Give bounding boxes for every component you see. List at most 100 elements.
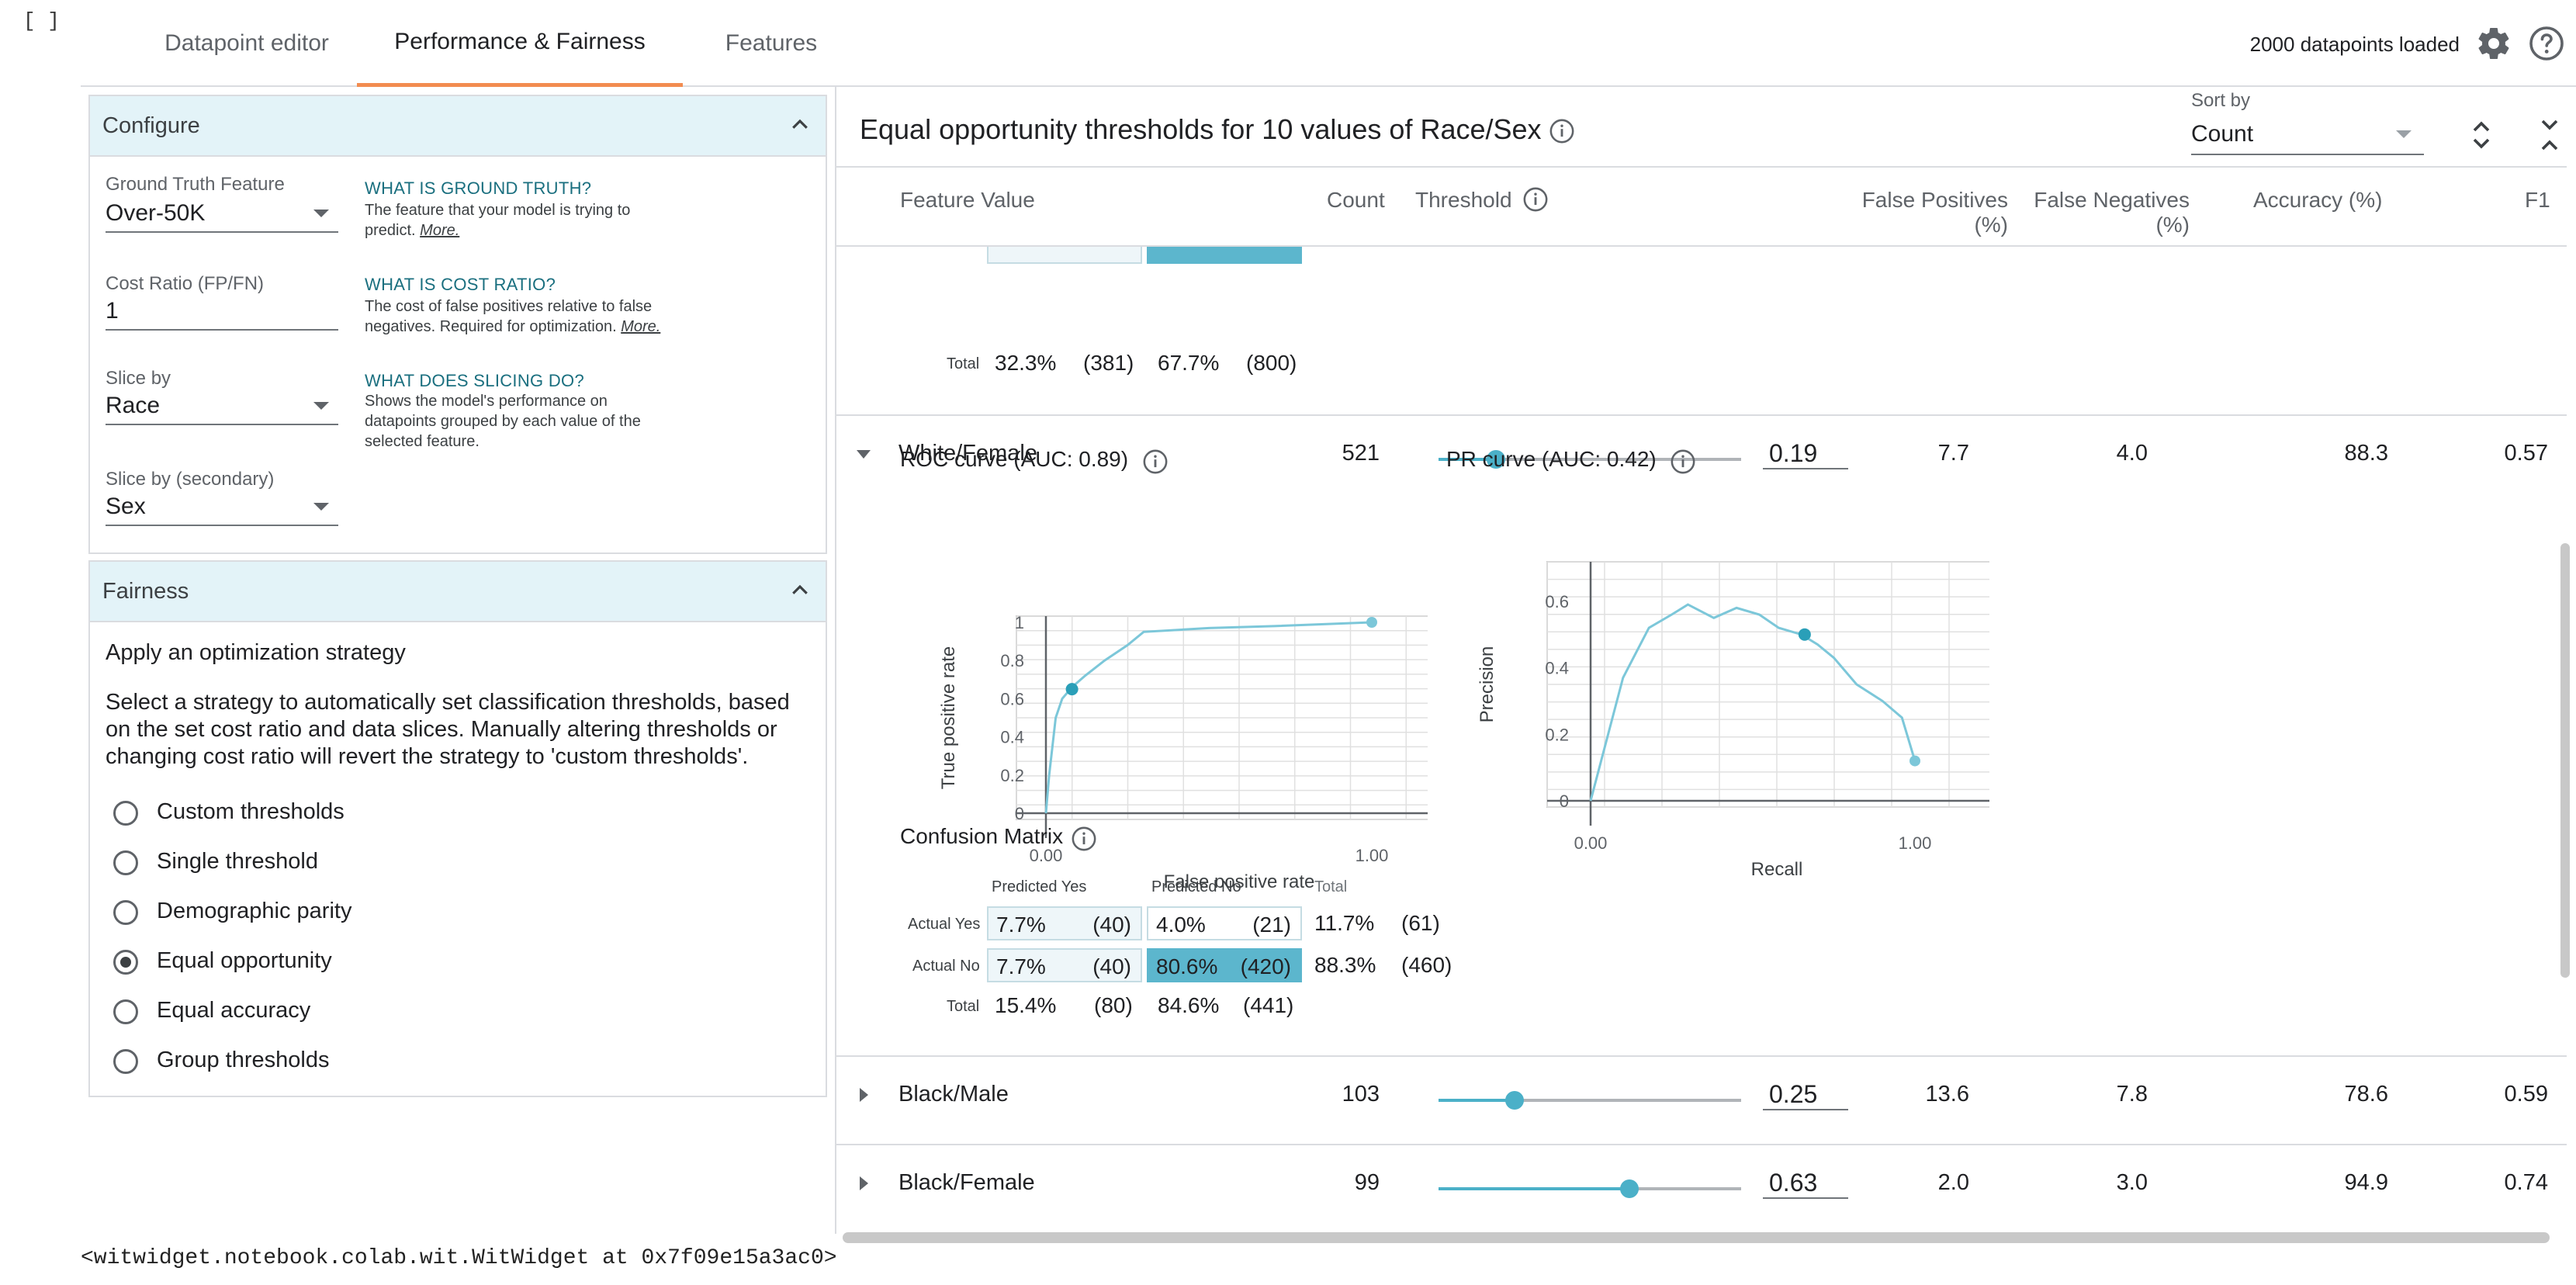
slider-knob[interactable] — [1619, 1179, 1639, 1198]
y-tick-label: 1 — [1015, 613, 1024, 632]
strategy-option[interactable]: Demographic parity — [113, 899, 579, 930]
confusion-matrix-title: Confusion Matrix — [900, 824, 1064, 848]
y-tick-label: 0.2 — [1545, 725, 1569, 744]
strategy-option[interactable]: Group thresholds — [113, 1048, 579, 1079]
more-link[interactable]: More. — [621, 318, 660, 335]
cm-total-pred-yes-count: (80) — [1094, 993, 1133, 1017]
vertical-scrollbar[interactable] — [2560, 543, 2570, 978]
results-title: Equal opportunity thresholds for 10 valu… — [860, 113, 1542, 145]
col-f1[interactable]: F1 — [2525, 188, 2550, 213]
collapse-row-icon[interactable] — [857, 450, 871, 459]
horizontal-scrollbar[interactable] — [843, 1232, 2550, 1243]
cm-row-total: Total — [947, 998, 980, 1015]
configure-title: Configure — [102, 113, 200, 138]
col-false-negatives[interactable]: False Negatives (%) — [1996, 188, 2190, 237]
more-link[interactable]: More. — [420, 222, 459, 239]
chevron-up-icon[interactable] — [788, 579, 812, 602]
cost-ratio-label: Cost Ratio (FP/FN) — [106, 273, 265, 294]
cost-ratio-input[interactable]: 1 — [106, 295, 338, 331]
slice-by-value: Race — [106, 393, 161, 418]
cm-total-yes-pct: 11.7% — [1314, 911, 1375, 935]
info-icon[interactable] — [1670, 449, 1696, 475]
expand-all-icon[interactable] — [2467, 116, 2495, 154]
strategy-option[interactable]: Equal opportunity — [113, 948, 579, 979]
cm-cell-fn: 4.0% (21) — [1147, 906, 1302, 940]
cm-total-no-count: (460) — [1401, 953, 1452, 977]
info-icon[interactable] — [1549, 118, 1575, 144]
col-count[interactable]: Count — [1327, 188, 1385, 213]
expand-row-icon[interactable] — [860, 1088, 868, 1102]
f1-value: 0.74 — [2504, 1170, 2548, 1195]
threshold-input[interactable]: 0.19 — [1763, 439, 1848, 469]
accuracy-value: 94.9 — [2344, 1170, 2388, 1195]
pr-title: PR curve (AUC: 0.42) — [1446, 447, 1657, 471]
cm-col-total: Total — [1314, 878, 1348, 895]
slice-by-secondary-label: Slice by (secondary) — [106, 469, 275, 490]
collapse-all-icon[interactable] — [2536, 116, 2564, 154]
fn-value: 4.0 — [2116, 441, 2148, 466]
fp-value: 2.0 — [1937, 1170, 1969, 1195]
y-tick-label: 0.6 — [1545, 592, 1569, 611]
configure-header[interactable]: Configure — [90, 96, 826, 157]
info-icon[interactable] — [1522, 186, 1549, 213]
cm-cell-fp: 7.7% (40) — [987, 948, 1142, 982]
threshold-input[interactable]: 0.63 — [1763, 1169, 1848, 1199]
fairness-header[interactable]: Fairness — [90, 562, 826, 622]
configure-panel: Configure Ground Truth Feature Over-50K … — [88, 95, 827, 554]
expand-row-icon[interactable] — [860, 1176, 868, 1190]
sort-by-label: Sort by — [2191, 90, 2251, 111]
slider-knob[interactable] — [1504, 1091, 1524, 1110]
radio-unselected[interactable] — [113, 1049, 138, 1074]
sort-by-select[interactable]: Count — [2191, 118, 2424, 155]
help-icon[interactable] — [2528, 25, 2565, 62]
total-no-count: (800) — [1246, 351, 1297, 375]
slice-by-secondary-value: Sex — [106, 494, 146, 519]
strategy-option[interactable]: Custom thresholds — [113, 799, 579, 830]
cm-cell-tp: 7.7% (40) — [987, 906, 1142, 940]
ground-truth-value: Over-50K — [106, 200, 206, 226]
threshold-marker — [1065, 683, 1079, 696]
tab-features[interactable]: Features — [694, 0, 849, 87]
col-false-positives[interactable]: False Positives (%) — [1822, 188, 2008, 237]
radio-selected[interactable] — [113, 950, 138, 975]
threshold-input[interactable]: 0.25 — [1763, 1080, 1848, 1110]
col-feature-value[interactable]: Feature Value — [900, 188, 1035, 213]
col-threshold[interactable]: Threshold — [1415, 188, 1512, 213]
radio-unselected[interactable] — [113, 900, 138, 925]
radio-unselected[interactable] — [113, 999, 138, 1024]
strategy-option[interactable]: Single threshold — [113, 849, 579, 880]
cm-col-predicted-yes: Predicted Yes — [992, 878, 1087, 895]
threshold-slider[interactable] — [1439, 1091, 1741, 1110]
slice-row[interactable]: Black/Male 103 0.25 13.6 7.8 78.6 0.59 — [836, 1057, 2559, 1142]
cm-cell-tn: 80.6% (420) — [1147, 948, 1302, 982]
slice-name: Black/Male — [898, 1082, 1009, 1107]
strategy-option[interactable]: Equal accuracy — [113, 998, 579, 1029]
curve-endpoint — [1909, 755, 1920, 767]
fn-value: 7.8 — [2116, 1082, 2148, 1107]
slice-by-secondary-select[interactable]: Sex — [106, 490, 338, 526]
radio-unselected[interactable] — [113, 850, 138, 875]
slider-fill — [1439, 1099, 1515, 1102]
slice-count: 521 — [1342, 441, 1380, 466]
cm-total-pred-yes-pct: 15.4% — [995, 993, 1057, 1017]
gear-icon[interactable] — [2475, 25, 2512, 62]
widget-repr: <witwidget.notebook.colab.wit.WitWidget … — [81, 1246, 837, 1270]
dropdown-arrow-icon — [2396, 130, 2412, 138]
strategy-option-label: Demographic parity — [157, 899, 352, 923]
strategy-option-label: Single threshold — [157, 849, 318, 874]
chevron-up-icon[interactable] — [788, 113, 812, 137]
col-accuracy[interactable]: Accuracy (%) — [2253, 188, 2382, 213]
slice-row[interactable]: Black/Female 99 0.63 2.0 3.0 94.9 0.74 — [836, 1145, 2559, 1231]
radio-unselected[interactable] — [113, 801, 138, 826]
dropdown-arrow-icon — [313, 402, 329, 410]
info-icon[interactable] — [1071, 826, 1097, 852]
threshold-slider[interactable] — [1439, 1179, 1741, 1198]
info-icon[interactable] — [1142, 449, 1169, 475]
strategy-option-label: Group thresholds — [157, 1048, 330, 1072]
tab-performance-fairness[interactable]: Performance & Fairness — [357, 0, 683, 87]
cost-ratio-help-title: WHAT IS COST RATIO? — [365, 275, 556, 294]
slice-by-select[interactable]: Race — [106, 390, 338, 425]
ground-truth-select[interactable]: Over-50K — [106, 197, 338, 233]
cell-marker: [ ] — [23, 9, 60, 33]
tab-datapoint-editor[interactable]: Datapoint editor — [147, 0, 346, 87]
